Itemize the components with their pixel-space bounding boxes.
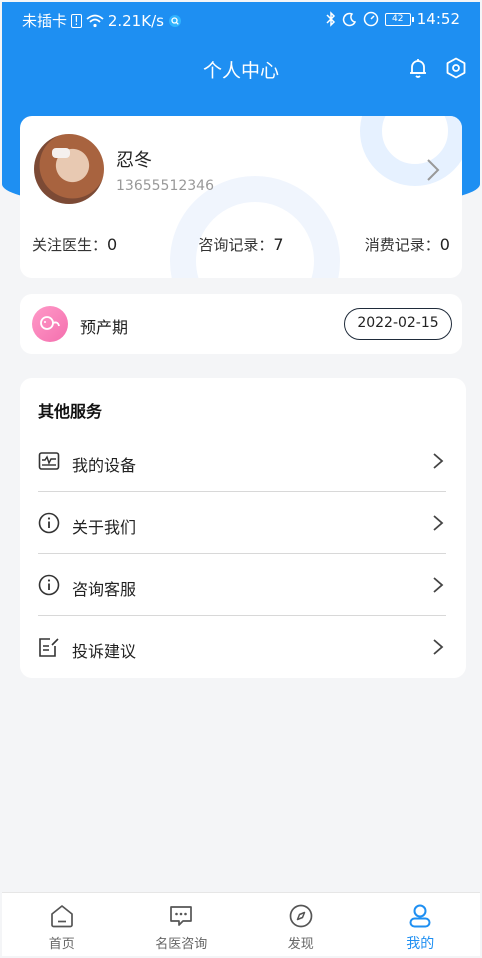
- moon-icon: [342, 12, 356, 26]
- tab-discover[interactable]: 发现: [241, 893, 361, 956]
- chat-icon: [170, 906, 193, 926]
- service-label: 我的设备: [72, 456, 137, 475]
- stat-value: 0: [107, 235, 118, 254]
- app-frame: 未插卡 ! 2.21K/s 42 14:52 个人中心 忍冬 136555123…: [2, 2, 480, 956]
- info-icon: [38, 574, 60, 596]
- bell-icon[interactable]: [406, 56, 430, 80]
- speedometer-icon: [363, 11, 379, 27]
- services-card: 其他服务 我的设备 关于我们 咨询客服 投诉建议: [20, 378, 466, 678]
- profile-card[interactable]: 忍冬 13655512346 关注医生：0 咨询记录：7 消费记录：0: [20, 116, 462, 278]
- battery-indicator: 42: [384, 12, 414, 26]
- due-date-label: 预产期: [80, 318, 129, 337]
- service-item-customer-service[interactable]: 咨询客服: [38, 554, 446, 616]
- title-bar: 个人中心: [2, 48, 480, 88]
- device-icon: [38, 452, 60, 470]
- network-speed: 2.21K/s: [107, 11, 164, 30]
- stat-label: 关注医生：: [32, 236, 108, 254]
- sim-alert-icon: !: [71, 13, 82, 28]
- stat-label: 咨询记录：: [198, 236, 274, 254]
- feedback-icon: [39, 638, 59, 657]
- chevron-right-icon: [433, 577, 444, 593]
- settings-icon[interactable]: [444, 56, 468, 80]
- service-label: 咨询客服: [72, 580, 137, 599]
- search-badge-icon: [168, 14, 181, 27]
- chevron-right-icon: [433, 515, 444, 531]
- service-label: 投诉建议: [72, 642, 137, 661]
- tab-doctor-consult[interactable]: 名医咨询: [122, 893, 242, 956]
- stat-value: 0: [439, 235, 450, 254]
- chevron-right-icon: [433, 453, 444, 469]
- stat-label: 消费记录：: [364, 236, 440, 254]
- bottom-tab-bar: 首页 名医咨询 发现 我的: [2, 892, 480, 956]
- carrier-text: 未插卡: [22, 12, 68, 30]
- info-icon: [38, 512, 60, 534]
- service-item-about-us[interactable]: 关于我们: [38, 492, 446, 554]
- service-item-feedback[interactable]: 投诉建议: [38, 616, 446, 678]
- user-phone: 13655512346: [116, 178, 214, 194]
- services-title: 其他服务: [38, 402, 103, 421]
- tab-home[interactable]: 首页: [2, 893, 122, 956]
- compass-icon: [289, 904, 313, 928]
- wifi-icon: [86, 14, 104, 27]
- status-bar: 未插卡 ! 2.21K/s 42 14:52: [2, 2, 480, 38]
- chevron-right-icon: [433, 639, 444, 655]
- user-icon: [409, 904, 431, 928]
- avatar[interactable]: [34, 134, 104, 204]
- due-date-value[interactable]: 2022-02-15: [344, 308, 452, 340]
- clock: 14:52: [416, 10, 460, 28]
- service-item-my-devices[interactable]: 我的设备: [38, 430, 446, 492]
- tab-label: 发现: [287, 937, 314, 952]
- user-name: 忍冬: [116, 150, 152, 171]
- tab-label: 首页: [48, 937, 75, 952]
- stat-value: 7: [273, 235, 284, 254]
- tab-label: 名医咨询: [155, 937, 208, 952]
- home-icon: [50, 905, 73, 928]
- baby-icon: [32, 306, 68, 342]
- tab-mine[interactable]: 我的: [361, 893, 481, 956]
- due-date-card[interactable]: 预产期 2022-02-15: [20, 294, 462, 354]
- stat-followed-doctors[interactable]: 关注医生：0: [32, 234, 117, 255]
- stat-spending-records[interactable]: 消费记录：0: [365, 234, 450, 255]
- service-label: 关于我们: [72, 518, 137, 537]
- decorative-ring: [360, 116, 462, 186]
- stat-consult-records[interactable]: 咨询记录：7: [198, 234, 283, 255]
- chevron-right-icon[interactable]: [424, 156, 442, 184]
- bluetooth-icon: [326, 11, 335, 27]
- tab-label: 我的: [406, 936, 435, 952]
- stats-row: 关注医生：0 咨询记录：7 消费记录：0: [32, 234, 450, 255]
